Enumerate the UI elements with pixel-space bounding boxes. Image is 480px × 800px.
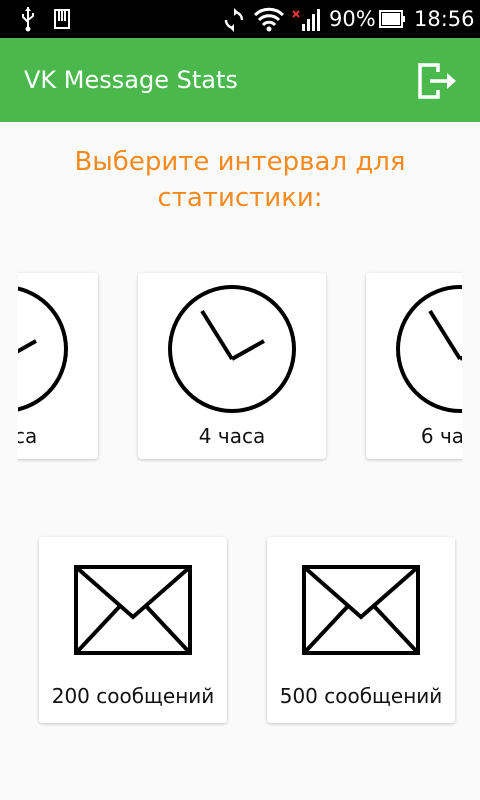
app-bar: VK Message Stats [0,38,480,122]
interval-label: 6 часов [420,424,462,448]
logout-icon [408,63,464,112]
signal-no-sim-icon [292,6,320,36]
clock-icon [168,285,296,413]
time-interval-carousel[interactable]: 2 часа 4 часа 6 часов [18,262,462,472]
interval-label: 2 часа [18,424,38,448]
clock-icon [396,285,462,413]
logout-button[interactable] [408,52,464,108]
interval-card-6h[interactable]: 6 часов [366,273,462,459]
usb-icon [20,6,36,36]
app-title: VK Message Stats [24,66,238,94]
clock-time: 18:56 [414,7,475,31]
battery-icon [379,9,405,33]
clock-icon [18,286,68,412]
message-card-200[interactable]: 200 сообщений [39,537,227,723]
message-count-label: 200 сообщений [51,684,215,708]
message-count-label: 500 сообщений [279,684,443,708]
sync-icon [222,8,246,36]
interval-heading: Выберите интервал для статистики: [74,147,406,213]
message-card-500[interactable]: 500 сообщений [267,537,455,723]
battery-percent: 90% [329,7,376,31]
wifi-icon [253,6,285,36]
envelope-icon [74,565,192,655]
status-bar: 90% 18:56 [0,0,480,38]
sd-card-icon [54,9,70,33]
interval-card-2h[interactable]: 2 часа [18,273,98,459]
envelope-icon [302,565,420,655]
interval-label: 4 часа [198,424,266,448]
interval-card-4h[interactable]: 4 часа [138,273,326,459]
